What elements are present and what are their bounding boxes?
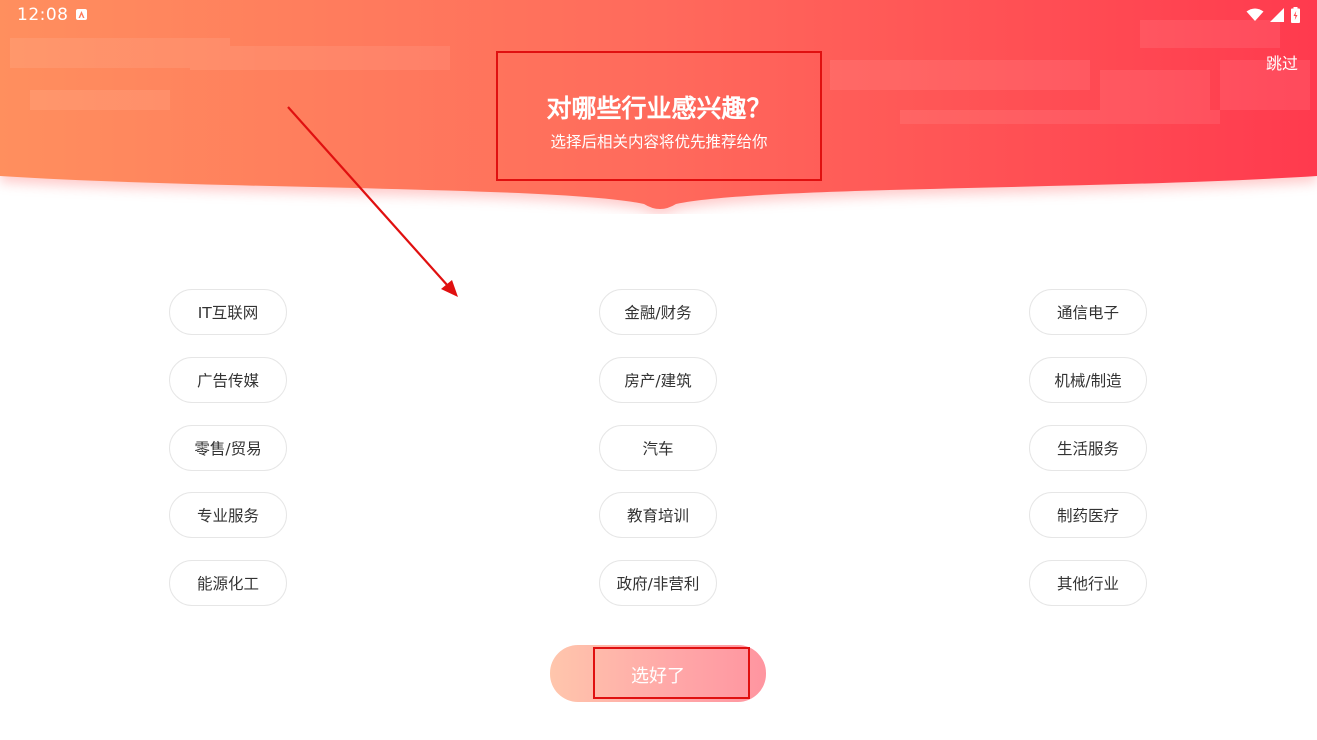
industry-tag[interactable]: 生活服务 (1029, 425, 1147, 471)
industry-tag-label: 汽车 (642, 440, 674, 458)
industry-tag-label: IT互联网 (197, 304, 259, 322)
industry-tag-label: 专业服务 (196, 507, 259, 525)
notification-app-icon (76, 9, 87, 20)
industry-tag[interactable]: 房产/建筑 (599, 357, 717, 403)
done-button-label: 选好了 (631, 666, 685, 687)
status-time: 12:08 (17, 5, 69, 25)
industry-tag-label: 教育培训 (626, 507, 689, 525)
status-bar: 12:08 (0, 0, 1317, 30)
industry-tag-label: 通信电子 (1056, 304, 1119, 322)
title-highlight-box: 对哪些行业感兴趣？ 选择后相关内容将优先推荐给你 (496, 51, 822, 181)
industry-tag[interactable]: 汽车 (599, 425, 717, 471)
industry-tag-label: 金融/财务 (624, 304, 692, 322)
industry-tag-label: 能源化工 (196, 575, 259, 593)
industry-tag[interactable]: 金融/财务 (599, 289, 717, 335)
signal-icon (1270, 8, 1284, 22)
industry-tag[interactable]: 专业服务 (169, 492, 287, 538)
page-subtitle: 选择后相关内容将优先推荐给你 (550, 133, 768, 151)
industry-tag[interactable]: 教育培训 (599, 492, 717, 538)
battery-icon (1291, 7, 1300, 23)
status-icons (1246, 7, 1300, 23)
industry-tag[interactable]: 零售/贸易 (169, 425, 287, 471)
industry-tag-label: 零售/贸易 (194, 440, 262, 458)
done-button[interactable]: 选好了 (550, 645, 766, 702)
industry-tag-label: 政府/非营利 (616, 575, 700, 593)
industry-tag-label: 房产/建筑 (624, 372, 692, 390)
industry-tag[interactable]: 政府/非营利 (599, 560, 717, 606)
skip-button[interactable]: 跳过 (1266, 50, 1298, 74)
industry-tag[interactable]: 制药医疗 (1029, 492, 1147, 538)
industry-tag-label: 其他行业 (1056, 575, 1119, 593)
industry-tag[interactable]: 广告传媒 (169, 357, 287, 403)
wifi-icon (1246, 8, 1264, 21)
industry-tag[interactable]: 通信电子 (1029, 289, 1147, 335)
industry-tag-label: 制药医疗 (1056, 507, 1119, 525)
page-title: 对哪些行业感兴趣？ (546, 94, 772, 123)
industry-tag[interactable]: 其他行业 (1029, 560, 1147, 606)
industry-tag-label: 广告传媒 (196, 372, 259, 390)
industry-tag[interactable]: IT互联网 (169, 289, 287, 335)
industry-tag[interactable]: 能源化工 (169, 560, 287, 606)
industry-picker-screen: 12:08 跳过 对哪些行业感兴趣？ 选择后相关内容将优先推荐给你 IT互联网 … (0, 0, 1317, 740)
industry-tag[interactable]: 机械/制造 (1029, 357, 1147, 403)
industry-tag-label: 机械/制造 (1054, 372, 1122, 390)
industry-tag-label: 生活服务 (1056, 440, 1119, 458)
